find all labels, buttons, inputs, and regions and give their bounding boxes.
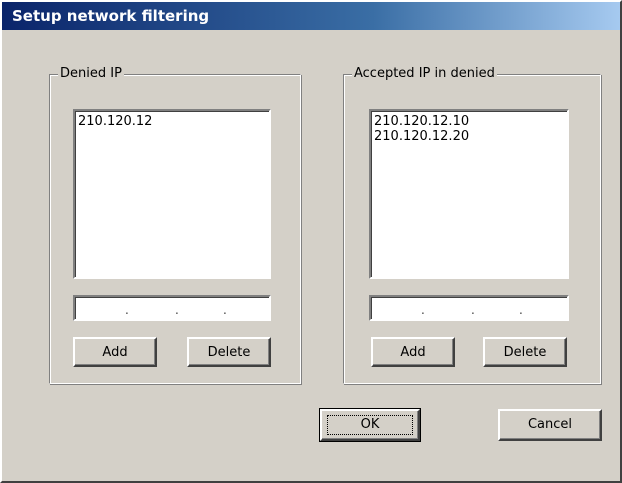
denied-ip-legend: Denied IP [58, 66, 124, 81]
accepted-ip-legend: Accepted IP in denied [352, 66, 497, 81]
cancel-label: Cancel [527, 417, 573, 432]
denied-ip-list[interactable]: 210.120.12 [73, 109, 271, 279]
denied-delete-label: Delete [207, 345, 251, 360]
denied-ip-input[interactable]: . . . [73, 295, 271, 321]
ip-octet-separator: . [175, 303, 179, 317]
ip-octet-separator: . [519, 303, 523, 317]
list-item[interactable]: 210.120.12.20 [374, 129, 564, 144]
accepted-delete-label: Delete [503, 345, 547, 360]
cancel-button[interactable]: Cancel [498, 409, 602, 441]
denied-add-button[interactable]: Add [73, 337, 157, 367]
accepted-delete-button[interactable]: Delete [483, 337, 567, 367]
accepted-ip-group: Accepted IP in denied 210.120.12.10 210.… [343, 66, 601, 384]
title-bar[interactable]: Setup network filtering [2, 2, 620, 30]
accepted-add-button[interactable]: Add [371, 337, 455, 367]
ok-button[interactable]: OK [319, 408, 421, 442]
ok-label: OK [360, 417, 380, 432]
accepted-ip-input[interactable]: . . . [369, 295, 569, 321]
accepted-ip-list[interactable]: 210.120.12.10 210.120.12.20 [369, 109, 569, 279]
setup-network-filtering-dialog: Setup network filtering Denied IP 210.12… [0, 0, 622, 483]
ip-octet-separator: . [421, 303, 425, 317]
denied-add-label: Add [102, 345, 128, 360]
list-item[interactable]: 210.120.12 [78, 114, 266, 129]
accepted-add-label: Add [400, 345, 426, 360]
ip-octet-separator: . [223, 303, 227, 317]
dialog-title: Setup network filtering [12, 7, 210, 25]
denied-ip-group: Denied IP 210.120.12 . . . Add Delete [49, 66, 301, 384]
ip-octet-separator: . [471, 303, 475, 317]
denied-delete-button[interactable]: Delete [187, 337, 271, 367]
list-item[interactable]: 210.120.12.10 [374, 114, 564, 129]
ip-octet-separator: . [125, 303, 129, 317]
